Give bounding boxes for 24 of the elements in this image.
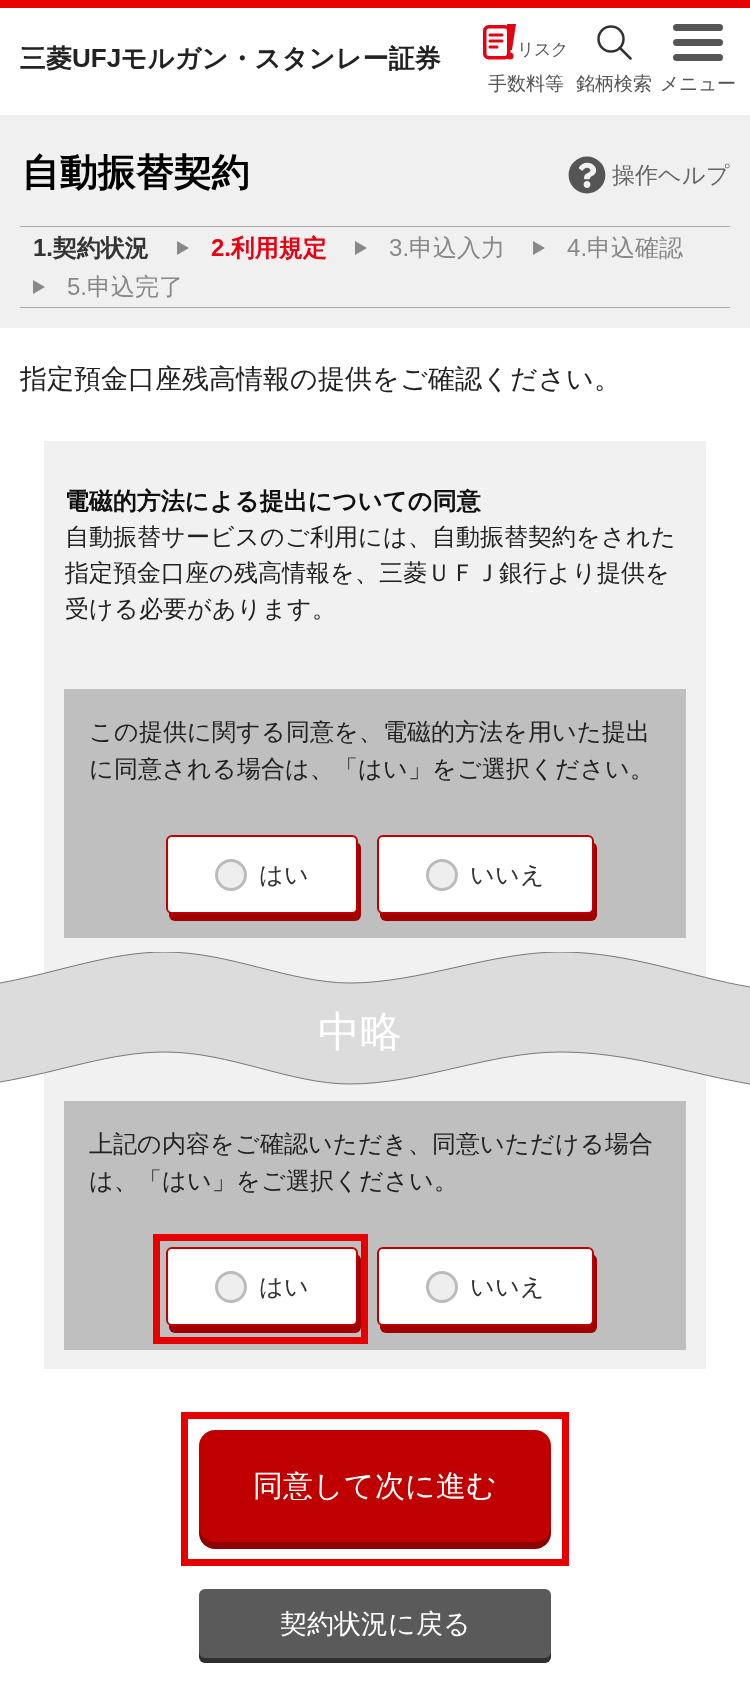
search-icon: [596, 24, 632, 60]
triangle-icon: [355, 240, 368, 255]
stock-search-button[interactable]: 銘柄検索: [576, 8, 652, 96]
menu-icon: [673, 23, 723, 61]
instruction-text: 指定預金口座残高情報の提供をご確認ください。: [19, 363, 622, 396]
menu-button[interactable]: メニュー: [660, 8, 736, 96]
section-heading: 電磁的方法による提出についての同意: [64, 486, 482, 516]
step-label: 1.契約状況: [33, 233, 149, 263]
consent-description: 自動振替サービスのご利用には、自動振替契約をされた指定預金口座の残高情報を、三菱ＵＦＪ銀行より提供を受ける必要があります。: [64, 522, 677, 624]
document-alert-icon: [483, 23, 517, 61]
step-label: 5.申込完了: [67, 272, 183, 302]
risk-fees-link[interactable]: リスク 手数料等: [483, 8, 568, 96]
brand-logo[interactable]: 三菱UFJモルガン・スタンレー証券: [20, 40, 442, 75]
step-label: 4.申込確認: [567, 233, 684, 263]
question-text: この提供に関する同意を、電磁的方法を用いた提出に同意される場合は、「はい」をご選択ください。: [89, 717, 655, 784]
step-label: 2.利用規定: [211, 233, 328, 263]
triangle-icon: [177, 240, 189, 255]
question-text: 上記の内容をご確認いただき、同意いただける場合は、「はい」をご選択ください。: [89, 1129, 654, 1196]
triangle-icon: [33, 279, 45, 294]
help-link[interactable]: 操作ヘルプ: [568, 156, 730, 194]
page-title: 自動振替契約: [21, 150, 250, 195]
help-icon: [568, 156, 606, 194]
triangle-icon: [533, 240, 546, 255]
step-label: 3.申込入力: [389, 233, 506, 263]
